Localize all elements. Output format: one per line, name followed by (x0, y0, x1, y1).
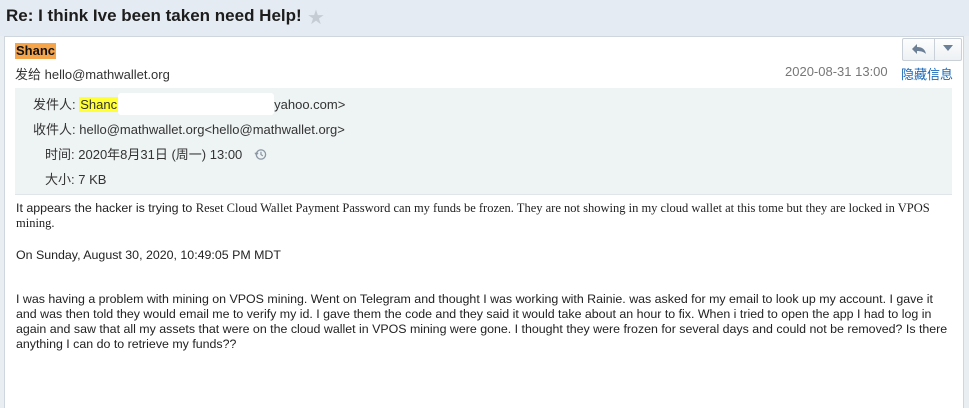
reply-button-group (902, 38, 962, 61)
email-subject: Re: I think Ive been taken need Help! (6, 6, 302, 25)
intro-sans: It appears the hacker is trying to (16, 201, 196, 215)
time-label: 时间: (45, 147, 75, 162)
more-button[interactable] (935, 39, 961, 60)
size-value: 7 KB (78, 172, 107, 187)
chevron-down-icon (943, 45, 953, 51)
to-value[interactable]: hello@mathwallet.org<hello@mathwallet.or… (79, 122, 345, 137)
quoted-paragraph: I was having a problem with mining on VP… (16, 292, 948, 351)
from-name[interactable]: Shanc (79, 97, 119, 112)
reply-icon (911, 44, 926, 54)
to-row: 收件人: hello@mathwallet.org<hello@mathwall… (33, 119, 345, 138)
time-row: 时间: 2020年8月31日 (周一) 13:00 (45, 144, 267, 163)
details-panel: 发件人: Shanc yahoo.com> 收件人: hello@mathwall… (15, 88, 952, 195)
from-label: 发件人: (33, 97, 76, 112)
sent-date: 2020-08-31 13:00 (785, 64, 888, 79)
size-row: 大小: 7 KB (45, 169, 106, 188)
reply-button[interactable] (903, 39, 935, 60)
from-domain: yahoo.com> (274, 97, 346, 112)
sender-name[interactable]: Shanc (15, 43, 57, 59)
hide-info-link[interactable]: 隐藏信息 (901, 64, 953, 83)
size-label: 大小: (45, 172, 75, 187)
clock-history-icon[interactable] (254, 148, 267, 161)
star-icon[interactable]: ★ (307, 5, 325, 30)
redacted-email (118, 93, 275, 116)
recipient-line: 发给 hello@mathwallet.org (15, 64, 170, 83)
to-prefix: 发给 (15, 67, 42, 82)
quote-header: On Sunday, August 30, 2020, 10:49:05 PM … (16, 248, 281, 262)
email-card: Shanc 发给 hello@mathwallet.org 2020-08-31… (4, 36, 964, 408)
time-value: 2020年8月31日 (周一) 13:00 (78, 147, 243, 162)
to-label: 收件人: (33, 122, 76, 137)
subject-bar: Re: I think Ive been taken need Help! ★ (0, 0, 969, 36)
to-address: hello@mathwallet.org (44, 67, 170, 82)
message-intro: It appears the hacker is trying to Reset… (16, 201, 952, 231)
from-row: 发件人: Shanc yahoo.com> (33, 93, 346, 116)
